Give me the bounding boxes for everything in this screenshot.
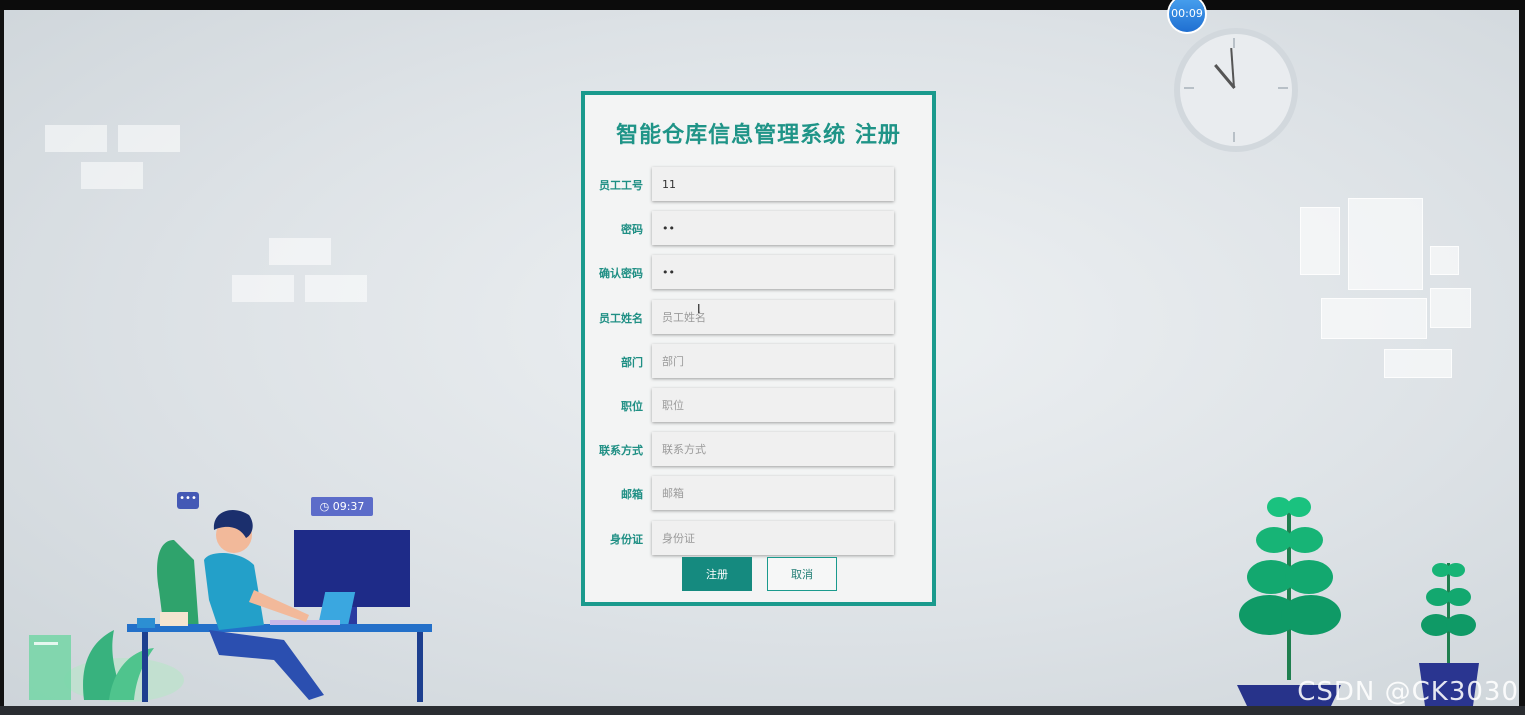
wall-clock-icon [1174,28,1298,152]
wall-tile [81,162,143,189]
person-at-desk-illustration [29,510,432,702]
wall-frame [1321,298,1427,339]
wall-tile [305,275,367,302]
window-top-bar [0,0,1525,10]
contact-input[interactable] [652,432,894,466]
id-card-label: 身份证 [610,533,643,546]
form-row-employee-id: 员工工号 [585,167,932,203]
form-row-password: 密码 [585,211,932,247]
wall-frame [1348,198,1423,290]
wall-frame [1300,207,1340,275]
email-input[interactable] [652,476,894,510]
employee-name-input[interactable] [652,300,894,334]
window-bottom-bar [0,706,1525,715]
register-form-card: 智能仓库信息管理系统 注册 员工工号 密码 确认密码 员工姓名 部门 职位 联系… [581,91,936,606]
wall-tile [45,125,107,152]
department-label: 部门 [621,356,643,369]
form-row-confirm-password: 确认密码 [585,255,932,291]
employee-name-label: 员工姓名 [599,312,643,325]
id-card-input[interactable] [652,521,894,555]
wall-tile [269,238,331,265]
watermark: CSDN @CK3030 [1297,677,1519,707]
password-label: 密码 [621,223,643,236]
form-row-contact: 联系方式 [585,432,932,468]
time-badge-text: 09:37 [332,500,365,513]
wall-tile [232,275,294,302]
position-input[interactable] [652,388,894,422]
time-badge: ◷ 09:37 [311,497,373,516]
department-input[interactable] [652,344,894,378]
email-label: 邮箱 [621,488,643,501]
cancel-button[interactable]: 取消 [767,557,837,591]
plant-illustration [1237,497,1479,706]
password-input[interactable] [652,211,894,245]
contact-label: 联系方式 [599,444,643,457]
register-button[interactable]: 注册 [682,557,752,591]
form-row-id-card: 身份证 [585,521,932,557]
wall-tile [118,125,180,152]
chat-bubble-icon: ••• [177,492,199,509]
form-title: 智能仓库信息管理系统 注册 [616,123,901,148]
text-cursor-icon: I [697,302,701,316]
employee-id-label: 员工工号 [599,179,643,192]
confirm-password-label: 确认密码 [599,267,643,280]
wall-frame [1430,246,1459,275]
wall-frame [1430,288,1471,328]
form-row-email: 邮箱 [585,476,932,512]
form-row-department: 部门 [585,344,932,380]
position-label: 职位 [621,400,643,413]
form-row-position: 职位 [585,388,932,424]
confirm-password-input[interactable] [652,255,894,289]
wall-frame [1384,349,1452,378]
employee-id-input[interactable] [652,167,894,201]
form-row-employee-name: 员工姓名 [585,300,932,336]
